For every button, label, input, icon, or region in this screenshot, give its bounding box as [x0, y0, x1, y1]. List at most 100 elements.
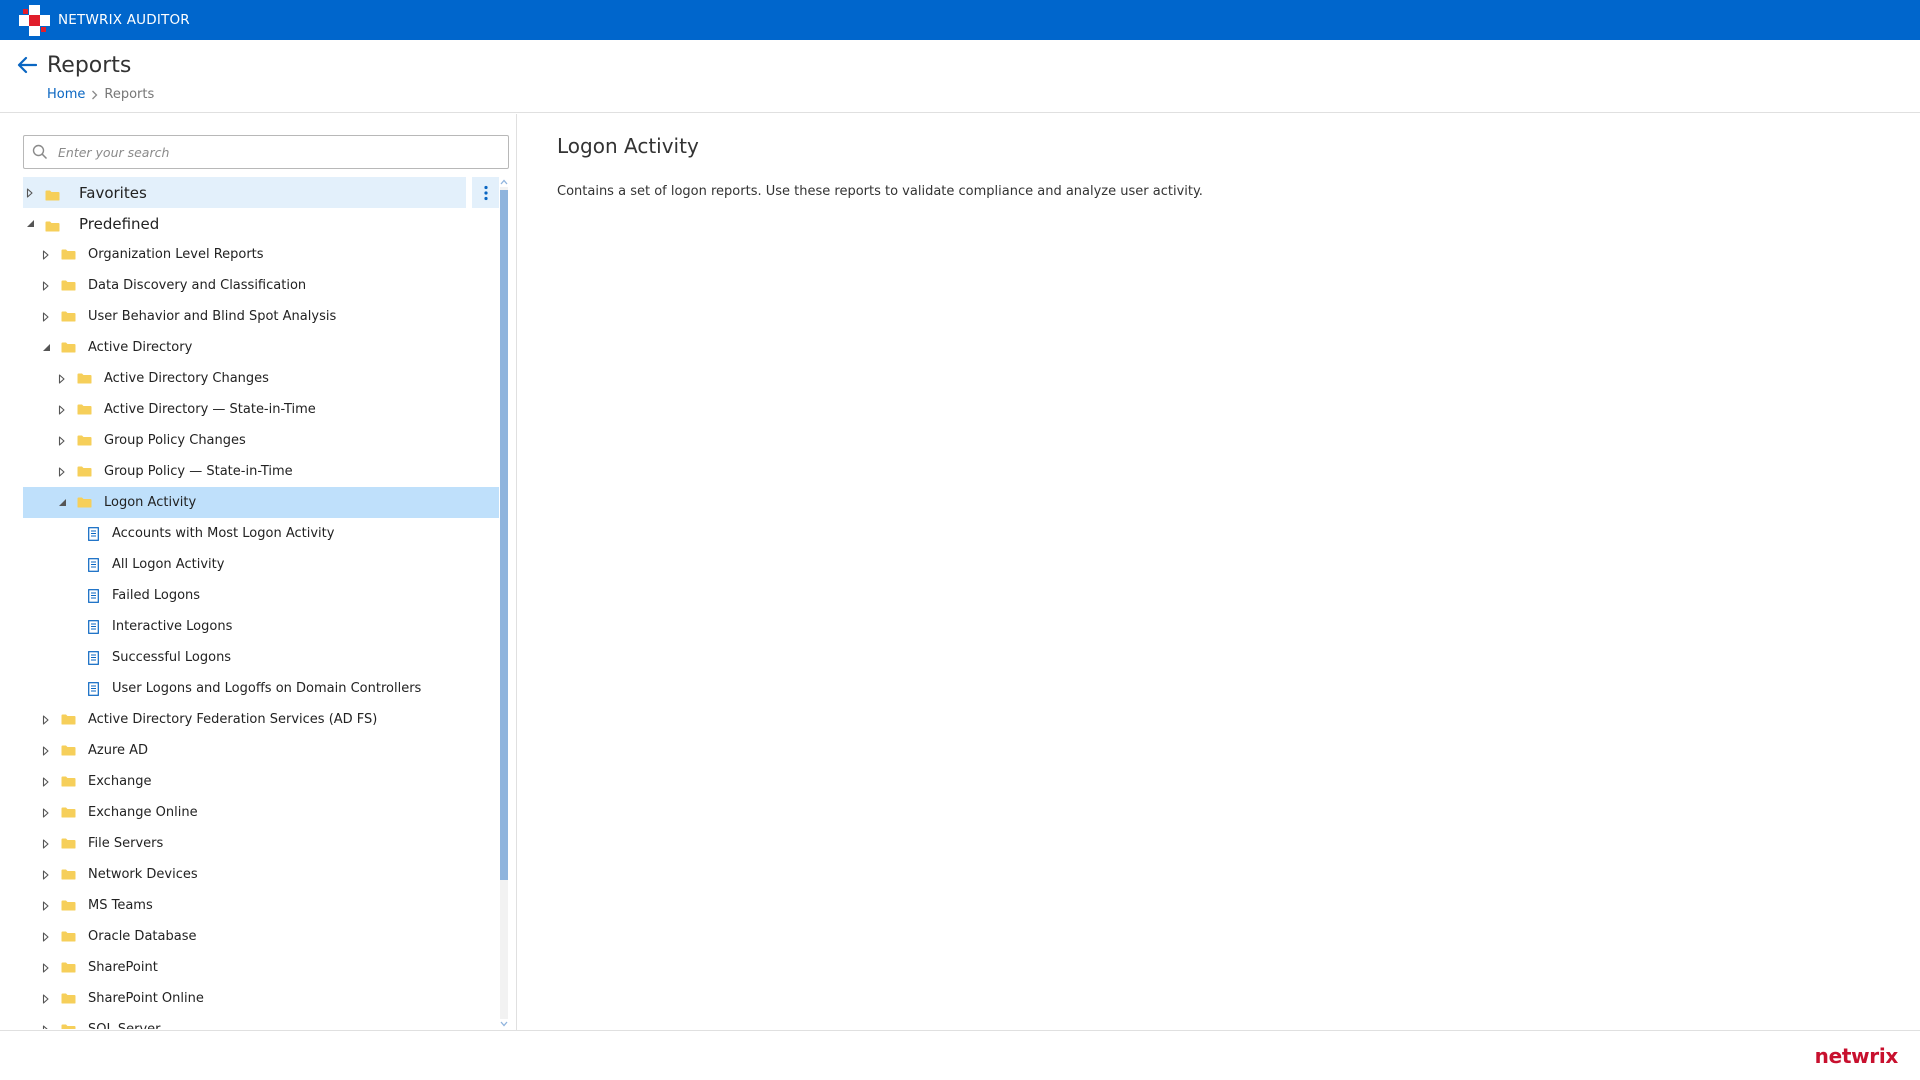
- folder-icon: [77, 373, 92, 384]
- tree-item-favorites[interactable]: Favorites: [23, 177, 499, 208]
- report-item-all-logon-activity[interactable]: All Logon Activity: [23, 549, 499, 580]
- report-item-user-logons-and-logoffs-on-domain-controllers[interactable]: User Logons and Logoffs on Domain Contro…: [23, 673, 499, 704]
- folder-icon: [61, 714, 76, 725]
- folder-icon: [77, 466, 92, 477]
- tree-item-exchange[interactable]: Exchange: [23, 766, 499, 797]
- more-options-icon[interactable]: [472, 177, 499, 208]
- netwrix-brand-logo: netwrix: [1814, 1044, 1899, 1068]
- tree-item-label: Logon Activity: [104, 495, 197, 510]
- folder-icon: [61, 311, 76, 322]
- report-item-successful-logons[interactable]: Successful Logons: [23, 642, 499, 673]
- page-title: Reports: [47, 53, 132, 78]
- scroll-up-arrow-icon[interactable]: [499, 177, 509, 187]
- report-document-icon: [88, 588, 100, 603]
- folder-icon: [61, 807, 76, 818]
- caret-collapsed-icon[interactable]: [39, 868, 53, 882]
- tree-item-label: SharePoint Online: [88, 991, 204, 1006]
- tree-item-group-policy-state-in-time[interactable]: Group Policy — State-in-Time: [23, 456, 499, 487]
- caret-expanded-icon[interactable]: [39, 341, 53, 355]
- tree-item-label: Data Discovery and Classification: [88, 278, 307, 293]
- caret-collapsed-icon[interactable]: [39, 248, 53, 262]
- report-item-accounts-with-most-logon-activity[interactable]: Accounts with Most Logon Activity: [23, 518, 499, 549]
- report-document-icon: [88, 650, 100, 665]
- tree-item-sql-server[interactable]: SQL Server: [23, 1014, 499, 1029]
- tree-item-sharepoint[interactable]: SharePoint: [23, 952, 499, 983]
- tree-item-label: Active Directory Changes: [104, 371, 269, 386]
- tree-scrollbar[interactable]: [499, 177, 509, 1029]
- caret-collapsed-icon[interactable]: [39, 992, 53, 1006]
- search-box: [23, 135, 509, 169]
- caret-collapsed-icon[interactable]: [23, 186, 37, 200]
- arrow-left-icon: [17, 56, 37, 74]
- tree-item-sharepoint-online[interactable]: SharePoint Online: [23, 983, 499, 1014]
- tree-item-file-servers[interactable]: File Servers: [23, 828, 499, 859]
- tree-item-label: Active Directory: [88, 340, 193, 355]
- folder-icon: [77, 435, 92, 446]
- caret-collapsed-icon[interactable]: [55, 434, 69, 448]
- tree-item-azure-ad[interactable]: Azure AD: [23, 735, 499, 766]
- reports-tree-panel: Favorites Predefined Organization Level Re…: [0, 114, 517, 1030]
- report-item-interactive-logons[interactable]: Interactive Logons: [23, 611, 499, 642]
- tree-item-oracle-database[interactable]: Oracle Database: [23, 921, 499, 952]
- scrollbar-track[interactable]: [500, 187, 508, 1019]
- tree-item-label: Exchange: [88, 774, 152, 789]
- folder-icon: [61, 1024, 76, 1029]
- caret-collapsed-icon[interactable]: [39, 744, 53, 758]
- tree-item-network-devices[interactable]: Network Devices: [23, 859, 499, 890]
- caret-collapsed-icon[interactable]: [39, 806, 53, 820]
- caret-collapsed-icon[interactable]: [39, 310, 53, 324]
- caret-expanded-icon[interactable]: [55, 496, 69, 510]
- scrollbar-thumb[interactable]: [500, 190, 508, 880]
- caret-collapsed-icon[interactable]: [39, 961, 53, 975]
- tree-item-label: Interactive Logons: [112, 619, 233, 634]
- folder-icon: [61, 342, 76, 353]
- caret-collapsed-icon[interactable]: [39, 899, 53, 913]
- scroll-down-arrow-icon[interactable]: [499, 1019, 509, 1029]
- caret-collapsed-icon[interactable]: [39, 837, 53, 851]
- tree-item-ms-teams[interactable]: MS Teams: [23, 890, 499, 921]
- folder-icon: [77, 404, 92, 415]
- folder-icon: [61, 931, 76, 942]
- tree-item-predefined[interactable]: Predefined: [23, 208, 499, 239]
- breadcrumb-home-link[interactable]: Home: [47, 87, 85, 102]
- report-tree: Favorites Predefined Organization Level Re…: [23, 177, 499, 1029]
- tree-item-label: Predefined: [79, 214, 160, 233]
- folder-icon: [61, 962, 76, 973]
- tree-item-label: Organization Level Reports: [88, 247, 264, 262]
- caret-collapsed-icon[interactable]: [55, 465, 69, 479]
- tree-item-user-behavior-and-blind-spot-analysis[interactable]: User Behavior and Blind Spot Analysis: [23, 301, 499, 332]
- tree-item-active-directory-changes[interactable]: Active Directory Changes: [23, 363, 499, 394]
- tree-item-data-discovery-and-classification[interactable]: Data Discovery and Classification: [23, 270, 499, 301]
- back-button[interactable]: [16, 54, 38, 76]
- caret-collapsed-icon[interactable]: [39, 775, 53, 789]
- folder-icon: [61, 869, 76, 880]
- caret-collapsed-icon[interactable]: [39, 713, 53, 727]
- tree-item-label: Azure AD: [88, 743, 149, 758]
- caret-collapsed-icon[interactable]: [55, 403, 69, 417]
- tree-item-label: Active Directory Federation Services (AD…: [88, 712, 378, 727]
- folder-icon: [77, 497, 92, 508]
- search-input[interactable]: [58, 144, 498, 160]
- report-folder-description: Contains a set of logon reports. Use the…: [557, 184, 1203, 199]
- caret-expanded-icon[interactable]: [23, 217, 37, 231]
- folder-icon: [61, 280, 76, 291]
- tree-item-label: Accounts with Most Logon Activity: [112, 526, 335, 541]
- caret-collapsed-icon[interactable]: [55, 372, 69, 386]
- tree-item-logon-activity[interactable]: Logon Activity: [23, 487, 499, 518]
- caret-collapsed-icon[interactable]: [39, 279, 53, 293]
- breadcrumb: Home Reports: [47, 87, 154, 102]
- report-details-pane: Logon Activity Contains a set of logon r…: [518, 114, 1920, 1030]
- report-item-failed-logons[interactable]: Failed Logons: [23, 580, 499, 611]
- caret-collapsed-icon[interactable]: [39, 1023, 53, 1029]
- tree-item-group-policy-changes[interactable]: Group Policy Changes: [23, 425, 499, 456]
- caret-collapsed-icon[interactable]: [39, 930, 53, 944]
- tree-item-label: Oracle Database: [88, 929, 197, 944]
- tree-item-exchange-online[interactable]: Exchange Online: [23, 797, 499, 828]
- report-document-icon: [88, 526, 100, 541]
- tree-item-label: Exchange Online: [88, 805, 198, 820]
- tree-item-organization-level-reports[interactable]: Organization Level Reports: [23, 239, 499, 270]
- tree-item-active-directory-state-in-time[interactable]: Active Directory — State-in-Time: [23, 394, 499, 425]
- tree-item-active-directory[interactable]: Active Directory: [23, 332, 499, 363]
- tree-item-active-directory-federation-services-ad-fs[interactable]: Active Directory Federation Services (AD…: [23, 704, 499, 735]
- folder-icon: [61, 993, 76, 1004]
